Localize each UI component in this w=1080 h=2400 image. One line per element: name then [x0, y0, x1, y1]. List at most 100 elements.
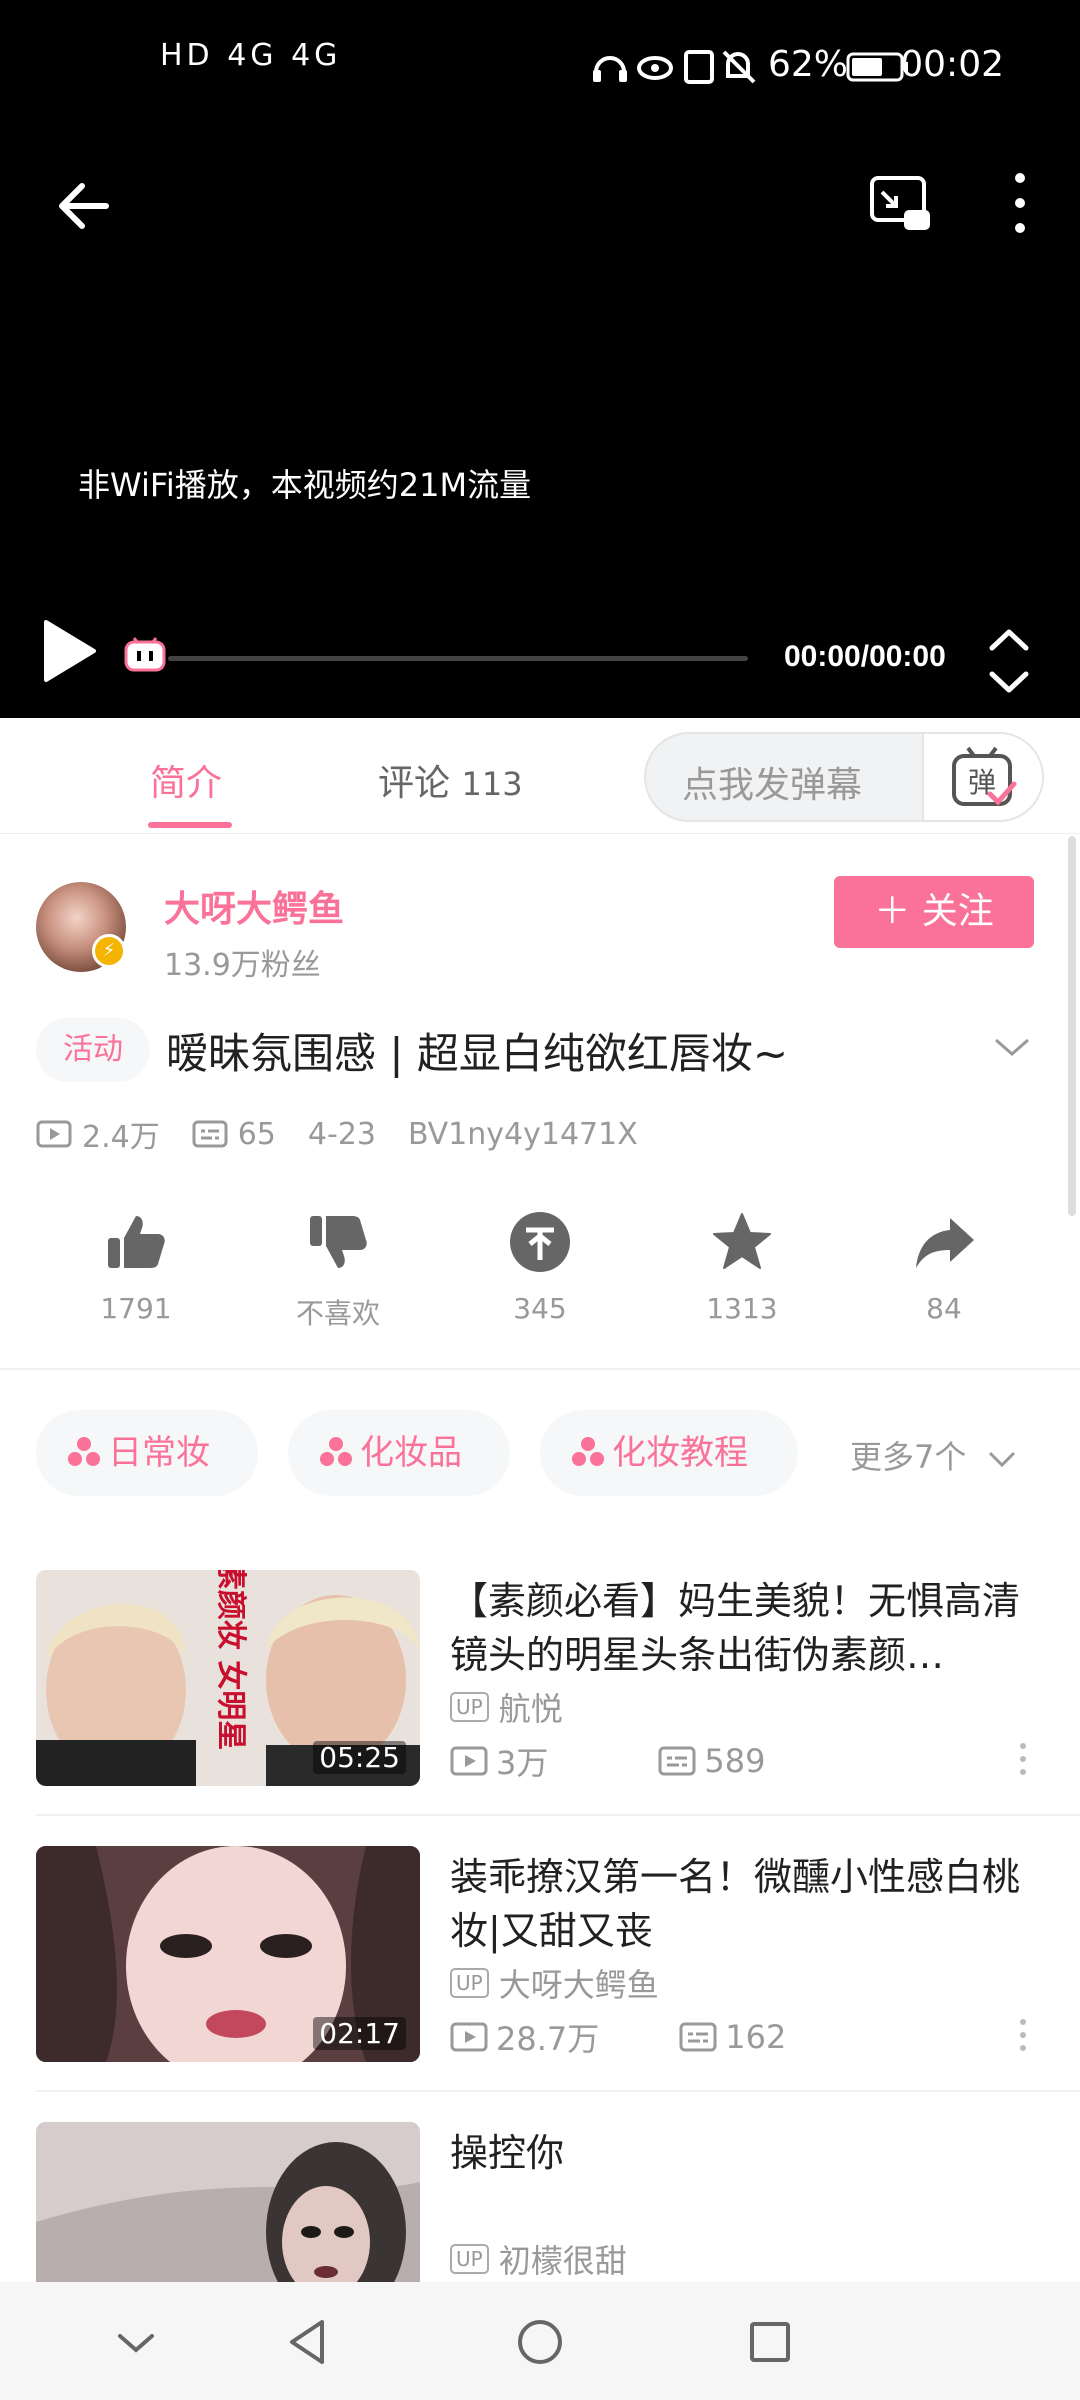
signal-icons: HD 4G 4G: [160, 38, 342, 73]
related-views: 3万: [496, 1744, 549, 1782]
video-title: 暧昧氛围感 | 超显白纯欲红唇妆~: [166, 1029, 789, 1078]
danmaku-count-icon: [192, 1120, 228, 1148]
video-duration: 02:17: [313, 2017, 406, 2050]
tab-comments-label: 评论: [378, 763, 451, 804]
tab-intro[interactable]: 简介: [150, 754, 222, 806]
thumbnail-text: 心机伪素颜妆 女明星: [213, 1570, 248, 1750]
coin-button[interactable]: 345: [470, 1210, 610, 1325]
related-uploader[interactable]: UP 初檬很甜: [450, 2236, 627, 2282]
back-arrow-icon[interactable]: [54, 176, 114, 236]
coin-icon: [510, 1212, 570, 1272]
favorite-count: 1313: [706, 1292, 778, 1325]
chevron-down-icon[interactable]: [992, 1032, 1032, 1062]
more-vert-icon[interactable]: [1018, 1742, 1028, 1776]
share-icon: [916, 1218, 974, 1268]
coin-count: 345: [513, 1292, 567, 1325]
home-icon[interactable]: [510, 2312, 570, 2372]
tab-bar: 简介 评论 113 点我发弹幕 弹: [0, 718, 1080, 834]
favorite-button[interactable]: 1313: [672, 1210, 812, 1325]
recents-icon[interactable]: [740, 2312, 800, 2372]
fans-count: 13.9万粉丝: [164, 948, 321, 983]
action-bar: 1791 不喜欢 345 1313 84: [0, 1210, 1080, 1350]
chevron-down-icon: [988, 1451, 1015, 1468]
comment-count: 113: [461, 765, 523, 803]
video-thumbnail[interactable]: 心机伪素颜妆 女明星 05:25: [36, 1570, 420, 1786]
hide-nav-chevron-icon[interactable]: [106, 2312, 166, 2372]
related-danmaku: 162: [725, 2018, 787, 2056]
progress-bar[interactable]: [168, 656, 748, 661]
danmaku-input[interactable]: 点我发弹幕 弹: [644, 732, 1044, 822]
list-item[interactable]: 操控你 UP 初檬很甜: [0, 2122, 1080, 2282]
related-uploader[interactable]: UP 航悦: [450, 1684, 563, 1730]
dislike-label: 不喜欢: [295, 1297, 380, 1330]
bv-id: BV1ny4y1471X: [408, 1116, 638, 1152]
uploader-name[interactable]: 大呀大鳄鱼: [164, 880, 344, 932]
status-icons: [590, 46, 760, 95]
related-stats: 3万 589: [450, 1738, 765, 1784]
play-icon[interactable]: [40, 616, 100, 686]
tag-icon: [572, 1437, 604, 1466]
status-bar: HD 4G 4G 62% 00:02: [0, 0, 1080, 136]
related-title: 【素颜必看】妈生美貌！无惧高清镜头的明星头条出街伪素颜…: [450, 1579, 1021, 1677]
follow-button[interactable]: ＋ 关注: [834, 876, 1034, 948]
list-divider: [36, 1814, 1080, 1816]
share-button[interactable]: 84: [874, 1210, 1014, 1325]
danmaku-count-icon: [679, 2022, 717, 2052]
related-stats: 28.7万 162: [450, 2014, 786, 2060]
thumbs-up-icon: [108, 1216, 165, 1268]
list-item[interactable]: 02:17 装乖撩汉第一名！微醺小性感白桃妆|又甜又丧 UP 大呀大鳄鱼 28.…: [0, 1846, 1080, 2086]
tag-icon: [68, 1437, 100, 1466]
list-item[interactable]: 心机伪素颜妆 女明星 05:25 【素颜必看】妈生美貌！无惧高清镜头的明星头条出…: [0, 1570, 1080, 1810]
video-thumbnail[interactable]: 02:17: [36, 1846, 420, 2062]
more-tags-button[interactable]: 更多7个: [850, 1432, 1017, 1478]
activity-badge[interactable]: 活动: [36, 1018, 150, 1082]
battery-level: 62%: [768, 44, 849, 85]
video-player[interactable]: 非WiFi播放，本视频约21M流量 00:00/00:00: [0, 136, 1080, 718]
tag-label: 化妆教程: [612, 1433, 748, 1473]
danmaku-count: 65: [237, 1116, 276, 1152]
related-danmaku: 589: [704, 1742, 766, 1780]
fullscreen-icon[interactable]: [984, 626, 1034, 696]
progress-thumb-icon[interactable]: [124, 636, 166, 672]
like-count: 1791: [100, 1292, 172, 1325]
play-count-icon: [450, 2022, 488, 2052]
more-tags-label: 更多7个: [850, 1438, 967, 1476]
star-icon: [713, 1213, 771, 1269]
video-thumbnail[interactable]: [36, 2122, 420, 2282]
clock: 00:02: [900, 44, 1004, 85]
up-badge-icon: UP: [450, 1692, 489, 1722]
tag-chip[interactable]: 化妆品: [288, 1410, 510, 1496]
up-badge-icon: UP: [450, 1968, 489, 1998]
tag-chip[interactable]: 日常妆: [36, 1410, 258, 1496]
danmaku-toggle-button[interactable]: 弹: [922, 734, 1042, 820]
like-button[interactable]: 1791: [66, 1210, 206, 1325]
related-uploader[interactable]: UP 大呀大鳄鱼: [450, 1960, 659, 2006]
cast-icon[interactable]: [868, 172, 932, 236]
section-divider: [0, 1368, 1080, 1370]
publish-date: 4-23: [307, 1116, 376, 1152]
dislike-button[interactable]: 不喜欢: [268, 1210, 408, 1332]
tab-comments[interactable]: 评论 113: [378, 754, 523, 806]
data-usage-notice: 非WiFi播放，本视频约21M流量: [78, 466, 532, 504]
up-badge-icon: UP: [450, 2244, 489, 2274]
share-count: 84: [926, 1292, 962, 1325]
tag-row: 日常妆 化妆品 化妆教程 更多7个: [0, 1410, 1080, 1496]
video-meta: 2.4万 65 4-23 BV1ny4y1471X: [36, 1112, 670, 1156]
tag-chip[interactable]: 化妆教程: [540, 1410, 798, 1496]
related-title: 装乖撩汉第一名！微醺小性感白桃妆|又甜又丧: [450, 1855, 1021, 1953]
related-views: 28.7万: [496, 2020, 600, 2058]
more-vert-icon[interactable]: [1018, 2018, 1028, 2052]
related-uploader-name: 大呀大鳄鱼: [498, 1966, 659, 2004]
more-vert-icon[interactable]: [1000, 168, 1040, 238]
related-uploader-name: 航悦: [498, 1690, 563, 1728]
system-nav-bar: [0, 2282, 1080, 2400]
tag-label: 日常妆: [108, 1433, 210, 1473]
tag-icon: [320, 1437, 352, 1466]
view-count: 2.4万: [82, 1120, 160, 1155]
danmaku-icon: 弹: [952, 746, 1017, 806]
back-icon[interactable]: [278, 2312, 338, 2372]
play-count-icon: [450, 1746, 488, 1776]
danmaku-count-icon: [658, 1746, 696, 1776]
scrollbar[interactable]: [1068, 836, 1076, 1216]
verified-badge-icon: ⚡: [92, 934, 126, 968]
